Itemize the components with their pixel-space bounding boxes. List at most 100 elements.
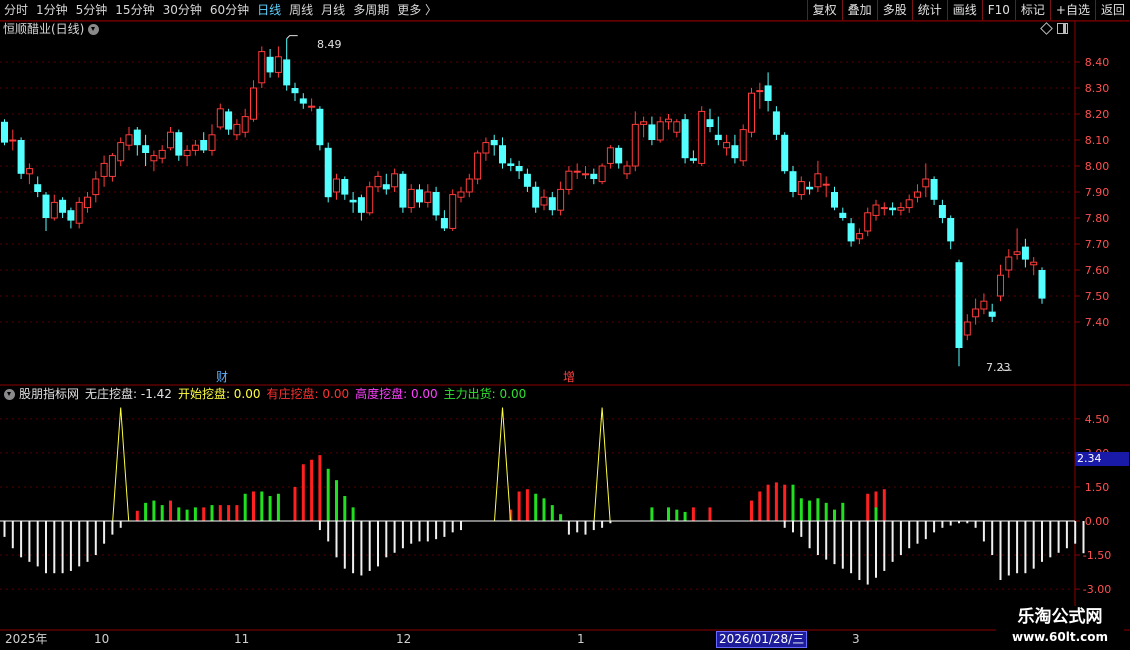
candle-body-up bbox=[50, 201, 58, 219]
candle-body-down bbox=[930, 179, 938, 200]
candle-body-up bbox=[1030, 261, 1038, 266]
candle-body-down bbox=[689, 158, 697, 161]
price-tick-label: 8.40 bbox=[1085, 56, 1110, 69]
candle-body-up bbox=[117, 142, 125, 162]
candle-body-up bbox=[457, 191, 465, 198]
candle-body-up bbox=[208, 134, 216, 151]
candle-body-up bbox=[258, 51, 266, 84]
candle-body-up bbox=[424, 191, 432, 203]
indicator-value-2: 有庄挖盘: 0.00 bbox=[266, 387, 350, 401]
candle-body-down bbox=[831, 192, 838, 208]
candle-body-down bbox=[731, 145, 739, 159]
candle-body-up bbox=[905, 199, 913, 209]
increase-marker[interactable]: 增 bbox=[563, 370, 575, 384]
candle-body-up bbox=[150, 155, 158, 162]
price-tick-label: 7.50 bbox=[1085, 290, 1110, 303]
date-label-jan: 1 bbox=[577, 632, 585, 646]
candle-body-up bbox=[565, 170, 573, 190]
candle-body-down bbox=[507, 163, 515, 166]
candle-body-down bbox=[399, 173, 407, 208]
candle-body-up bbox=[640, 121, 648, 125]
candle-body-down bbox=[67, 210, 75, 221]
candle-body-up bbox=[963, 321, 971, 336]
candle-body-down bbox=[1021, 246, 1029, 260]
signal-spike bbox=[593, 407, 611, 522]
candle-body-down bbox=[283, 59, 291, 86]
dropdown-circle-icon[interactable] bbox=[88, 23, 100, 35]
candle-body-up bbox=[241, 116, 249, 133]
panel-toggle-icon[interactable] bbox=[1057, 23, 1068, 34]
candle-body-down bbox=[532, 186, 540, 208]
candle-body-down bbox=[266, 56, 274, 73]
candle-body-up bbox=[582, 173, 589, 176]
candle-body-down bbox=[789, 171, 797, 192]
candle-body-up bbox=[814, 173, 822, 188]
candle-body-up bbox=[631, 123, 639, 167]
candle-body-up bbox=[308, 105, 316, 108]
price-tick-label: 7.90 bbox=[1085, 186, 1110, 199]
candle-body-down bbox=[806, 186, 814, 190]
candle-body-up bbox=[739, 129, 747, 162]
candle-body-down bbox=[324, 147, 332, 198]
candle-body-down bbox=[548, 197, 556, 211]
candle-body-down bbox=[681, 119, 689, 159]
finance-marker[interactable]: 财 bbox=[216, 370, 228, 384]
indicator-dropdown-icon[interactable] bbox=[4, 389, 15, 400]
candle-body-down bbox=[590, 173, 598, 179]
price-tick-label: 7.40 bbox=[1085, 316, 1110, 329]
signal-spike bbox=[494, 407, 511, 522]
candle-body-down bbox=[515, 166, 523, 172]
indicator-tick-label: -3.00 bbox=[1083, 583, 1111, 596]
candle-body-down bbox=[523, 173, 531, 187]
price-tick-label: 7.80 bbox=[1085, 212, 1110, 225]
candle-body-up bbox=[797, 181, 805, 196]
candle-body-down bbox=[615, 147, 623, 164]
candle-body-up bbox=[333, 178, 340, 193]
stock-title-text: 恒顺醋业(日线) bbox=[3, 22, 85, 36]
candle-body-down bbox=[714, 134, 722, 140]
indicator-tick-label: 4.50 bbox=[1085, 413, 1110, 426]
candle-body-up bbox=[250, 87, 257, 120]
candle-body-down bbox=[142, 145, 150, 153]
price-tick-label: 8.00 bbox=[1085, 160, 1110, 173]
candle-body-up bbox=[665, 118, 672, 123]
candle-body-up bbox=[980, 300, 988, 310]
candle-body-up bbox=[656, 121, 664, 141]
indicator-tick-label: 0.00 bbox=[1085, 515, 1110, 528]
candle-body-up bbox=[1005, 256, 1013, 271]
candle-body-up bbox=[598, 165, 606, 183]
candle-body-up bbox=[274, 56, 282, 73]
candle-body-up bbox=[158, 149, 166, 159]
kline-chart[interactable]: 8.40 8.30 8.20 8.10 8.00 7.90 7.80 7.70 7.60 7.50… bbox=[0, 0, 1130, 650]
indicator-title: 股朋指标网 无庄挖盘: -1.42 开始挖盘: 0.00 有庄挖盘: 0.00 高度挖… bbox=[3, 387, 532, 402]
candle-body-up bbox=[465, 178, 473, 193]
candle-body-down bbox=[706, 119, 714, 127]
candle-body-down bbox=[988, 311, 996, 317]
signal-spike bbox=[112, 407, 130, 522]
date-label-mar: 3 bbox=[852, 632, 860, 646]
candle-body-up bbox=[108, 155, 116, 177]
indicator-value-1: 开始挖盘: 0.00 bbox=[177, 387, 261, 401]
candle-body-down bbox=[200, 140, 208, 151]
chart-corner-icons bbox=[1040, 22, 1068, 35]
diamond-icon[interactable] bbox=[1040, 22, 1053, 35]
candle-body-up bbox=[167, 131, 174, 149]
candle-body-down bbox=[648, 124, 656, 140]
candle-body-down bbox=[499, 145, 506, 164]
date-label-year: 2025年 bbox=[5, 632, 48, 646]
candle-body-up bbox=[125, 134, 133, 146]
candle-body-up bbox=[391, 173, 399, 188]
candle-body-down bbox=[17, 140, 25, 174]
indicator-values: 无庄挖盘: -1.42 开始挖盘: 0.00 有庄挖盘: 0.00 高度挖盘: 0.0… bbox=[85, 387, 532, 402]
stock-title: 恒顺醋业(日线) bbox=[3, 21, 100, 37]
selected-date: 2026/01/28/三 bbox=[716, 631, 808, 648]
candle-body-up bbox=[100, 162, 108, 177]
indicator-current-value: 2.34 bbox=[1075, 452, 1129, 466]
candle-body-down bbox=[225, 111, 233, 130]
candle-body-up bbox=[723, 142, 731, 149]
candle-body-up bbox=[407, 188, 415, 209]
candle-body-up bbox=[191, 144, 199, 151]
candle-body-up bbox=[84, 196, 91, 209]
candle-body-down bbox=[839, 212, 847, 218]
candle-body-up bbox=[880, 207, 888, 210]
